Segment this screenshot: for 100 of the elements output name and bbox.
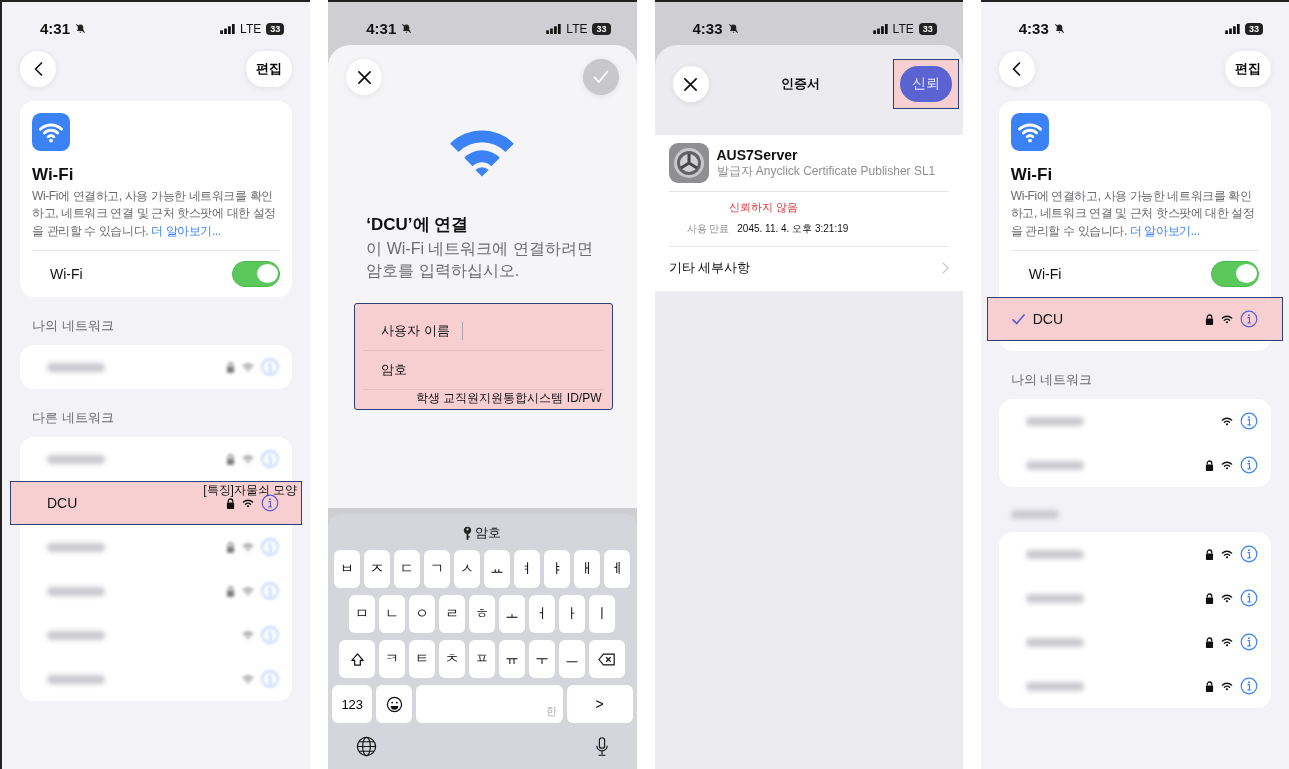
signal-icon — [872, 23, 888, 34]
letter-key[interactable]: ㄱ — [424, 550, 451, 588]
gear-icon — [668, 143, 709, 183]
info-icon[interactable] — [1240, 677, 1258, 696]
status-time: 4:33 — [1018, 20, 1049, 37]
return-key[interactable]: > — [566, 685, 633, 723]
back-button[interactable] — [998, 51, 1035, 87]
learn-more-link[interactable]: 더 알아보기... — [1129, 223, 1200, 238]
letter-key[interactable]: ㅜ — [529, 640, 556, 678]
wifi-toggle[interactable] — [1211, 261, 1259, 288]
globe-icon[interactable] — [356, 736, 378, 757]
letter-key[interactable]: ㅅ — [454, 550, 481, 588]
letter-key[interactable]: ㅐ — [574, 550, 601, 588]
network-type: LTE — [566, 21, 588, 36]
blurred-network-name — [47, 586, 105, 596]
shift-key[interactable] — [339, 640, 376, 678]
emoji-icon — [385, 695, 403, 713]
wifi-signal-icon — [1221, 637, 1233, 648]
chevron-left-icon — [33, 61, 43, 77]
letter-key[interactable]: ㅍ — [469, 640, 496, 678]
letter-key[interactable]: ㄷ — [394, 550, 421, 588]
letter-key[interactable]: ㅕ — [514, 550, 541, 588]
backspace-icon — [598, 652, 617, 666]
more-details-row[interactable]: 기타 세부사항 — [668, 247, 949, 291]
learn-more-link[interactable]: 더 알아보기... — [151, 223, 221, 238]
input-field[interactable]: 암호 — [363, 350, 604, 390]
wifi-signal-icon — [1221, 681, 1233, 692]
trust-button[interactable]: 신뢰 — [899, 66, 952, 102]
battery-indicator: 33 — [266, 22, 285, 35]
signal-icon — [220, 23, 236, 34]
letter-key[interactable]: ㅎ — [469, 595, 496, 633]
letter-key[interactable]: ㅑ — [544, 550, 571, 588]
info-icon[interactable] — [1240, 589, 1258, 608]
section-header: 나의 네트워크 — [31, 317, 115, 336]
expiry-date: 2045. 11. 4. 오후 3:21:19 — [737, 222, 849, 236]
letter-key[interactable]: ㅔ — [604, 550, 631, 588]
edit-button[interactable]: 편집 — [1225, 51, 1271, 87]
muted-bell-icon — [1053, 23, 1065, 34]
wifi-signal-icon — [242, 586, 255, 597]
letter-key[interactable]: ㅈ — [364, 550, 391, 588]
emoji-key[interactable] — [376, 685, 413, 723]
muted-bell-icon — [727, 23, 739, 34]
info-icon[interactable] — [1240, 545, 1258, 564]
wifi-signal-icon — [242, 362, 255, 373]
close-button[interactable] — [672, 66, 709, 102]
letter-key[interactable]: ㅊ — [439, 640, 466, 678]
wifi-signal-icon — [1221, 593, 1233, 604]
close-icon — [356, 69, 372, 85]
backspace-key[interactable] — [589, 640, 626, 678]
section-header: 다른 네트워크 — [31, 409, 115, 428]
wifi-description: Wi-Fi에 연결하고, 사용 가능한 네트워크를 확인하고, 네트워크 연결 및 근처 핫스팟에 대한 설정을 관리할 수 있습니다. 더 알아보기... — [1010, 188, 1256, 240]
letter-key[interactable]: ㄴ — [379, 595, 406, 633]
letter-key[interactable]: ㅗ — [499, 595, 526, 633]
wifi-signal-icon — [1221, 314, 1233, 325]
blurred-network-name — [1025, 593, 1084, 603]
shift-icon — [349, 651, 365, 667]
wifi-toggle[interactable] — [232, 261, 281, 288]
checkmark-icon — [592, 70, 609, 84]
info-icon[interactable] — [1240, 310, 1258, 329]
connected-network-row[interactable]: DCU — [986, 297, 1283, 342]
expiry-label: 사용 만료 — [686, 222, 730, 236]
annotation-label: [특징]자물쇠 모양 — [203, 482, 298, 500]
info-icon[interactable] — [1240, 412, 1258, 431]
letter-key[interactable]: ㄹ — [439, 595, 466, 633]
blurred-network-name — [1025, 637, 1084, 647]
status-time: 4:31 — [40, 20, 71, 37]
network-row[interactable]: DCU [특징]자물쇠 모양 — [10, 481, 303, 526]
edit-button[interactable]: 편집 — [246, 51, 293, 87]
letter-key[interactable]: ㅓ — [529, 595, 556, 633]
letter-key[interactable]: ㅏ — [559, 595, 586, 633]
password-suggestion[interactable]: 암호 — [463, 524, 502, 542]
info-icon[interactable] — [1240, 633, 1258, 652]
blurred-network-name — [1025, 416, 1084, 426]
muted-bell-icon — [75, 23, 87, 34]
letter-key[interactable]: ㅛ — [484, 550, 511, 588]
letter-key[interactable]: ㅋ — [379, 640, 406, 678]
close-icon — [683, 76, 698, 92]
wifi-signal-icon — [242, 630, 255, 641]
close-button[interactable] — [346, 59, 383, 95]
status-time: 4:33 — [692, 20, 723, 37]
certificate-name: AUS7Server — [716, 146, 799, 163]
numbers-key[interactable]: 123 — [332, 685, 373, 723]
annotation-label: 학생 교직원지원통합시스템 ID/PW — [415, 389, 603, 407]
blurred-network-name — [1025, 460, 1084, 470]
letter-key[interactable]: ㅁ — [349, 595, 376, 633]
info-icon[interactable] — [1240, 456, 1258, 475]
letter-key[interactable]: ㅡ — [559, 640, 586, 678]
letter-key[interactable]: ㅇ — [409, 595, 436, 633]
microphone-icon[interactable] — [594, 736, 609, 757]
wifi-toggle-label: Wi-Fi — [1028, 266, 1062, 283]
letter-key[interactable]: ㅂ — [334, 550, 361, 588]
letter-key[interactable]: ㅌ — [409, 640, 436, 678]
letter-key[interactable]: ㅠ — [499, 640, 526, 678]
lock-icon — [226, 585, 236, 597]
input-field[interactable]: 사용자 이름 — [363, 311, 604, 351]
lock-icon — [1205, 680, 1214, 692]
wifi-description: Wi-Fi에 연결하고, 사용 가능한 네트워크를 확인하고, 네트워크 연결 및 근처 핫스팟에 대한 설정을 관리할 수 있습니다. 더 알아보기... — [32, 188, 277, 240]
letter-key[interactable]: ㅣ — [589, 595, 616, 633]
back-button[interactable] — [20, 51, 56, 87]
blurred-network-name — [47, 542, 105, 552]
